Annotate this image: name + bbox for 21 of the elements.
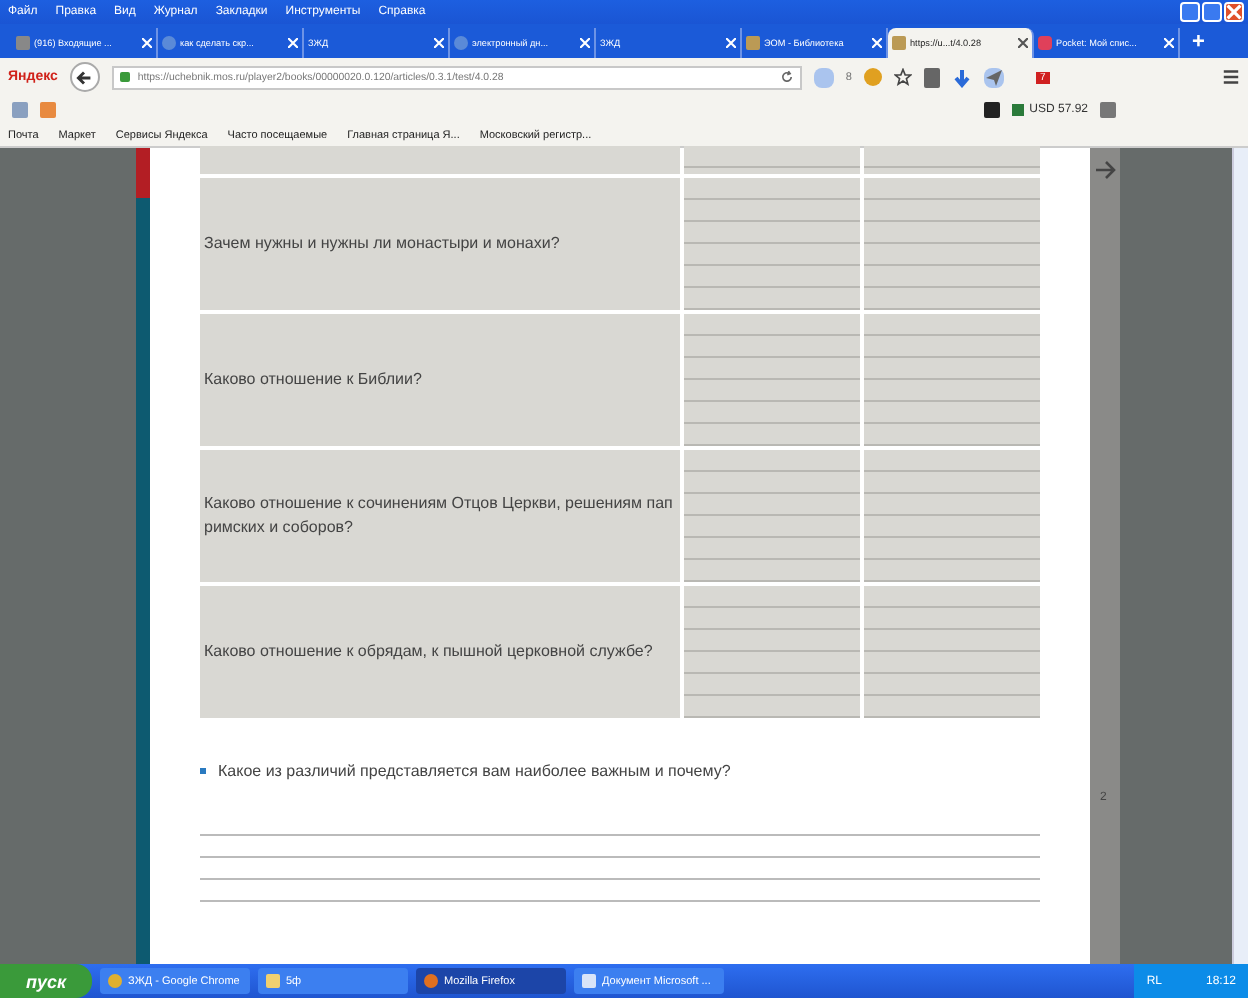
table-cell: Каково отношение к обрядам, к пышной церковной службе? xyxy=(200,586,680,718)
close-icon[interactable] xyxy=(1018,38,1028,48)
new-tab-button[interactable]: + xyxy=(1180,28,1217,58)
menu-icon[interactable] xyxy=(1222,68,1240,86)
star-icon[interactable] xyxy=(893,68,912,86)
bullet-icon xyxy=(200,768,206,774)
back-button[interactable] xyxy=(69,62,100,92)
start-button[interactable]: пуск xyxy=(0,964,92,998)
arrow-icon[interactable] xyxy=(1094,156,1118,180)
download-icon[interactable] xyxy=(951,67,972,87)
reload-icon[interactable] xyxy=(779,70,794,84)
close-button[interactable] xyxy=(1224,2,1244,22)
scrollbar[interactable] xyxy=(1232,148,1248,964)
table-cell: Зачем нужны и нужны ли монастыри и монахи? xyxy=(200,178,680,310)
task-question: Какое из различий представляется вам наиболее важным и почему? xyxy=(218,762,731,780)
restore-button[interactable] xyxy=(1202,2,1222,22)
send-icon[interactable] xyxy=(983,67,1004,87)
table-cell: Каково отношение к Библии? xyxy=(200,314,680,446)
minimize-button[interactable] xyxy=(1180,2,1200,22)
table-cell: Каково отношение к сочинениям Отцов Церкви, решениям пап римских и соборов? xyxy=(200,450,680,582)
back-arrow-icon xyxy=(76,69,93,85)
